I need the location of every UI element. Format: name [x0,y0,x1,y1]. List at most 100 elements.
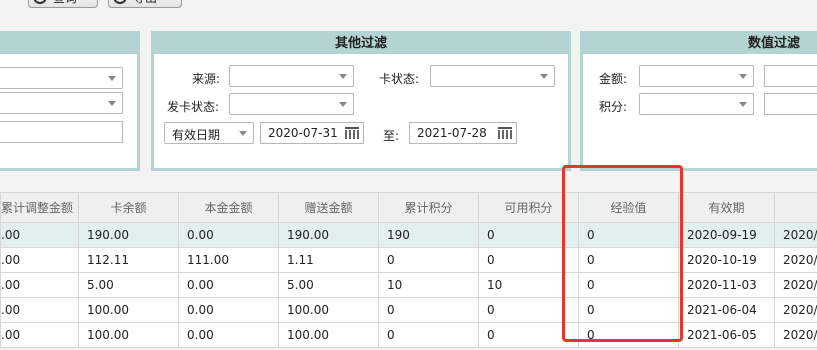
table-cell: 100.00 [278,297,379,323]
table-cell: 0 [478,297,579,323]
chevron-down-icon [739,102,747,107]
table-cell: 112.11 [78,247,179,273]
chevron-down-icon [540,74,548,79]
other-filter-panel: 其他过滤 来源: 卡状态: 发卡状态: 有效日期 2020-07-31 至: 2… [151,31,571,171]
col-total-points-header[interactable]: 累计积分 [378,192,479,223]
table-cell: 5.00 [78,272,179,298]
points-value-input[interactable] [764,93,817,115]
table-cell: 2020/ [774,297,817,323]
chevron-down-icon [108,76,116,81]
query-button[interactable]: 查询 [28,0,98,8]
table-cell: 0.00 [178,272,279,298]
col-experience-header[interactable]: 经验值 [578,192,679,223]
chevron-down-icon [339,102,347,107]
issue-status-label: 发卡状态: [167,100,220,114]
col-adjust-amount-header[interactable]: 累计调整金额 [0,192,79,223]
numeric-filter-title: 数值过滤 [583,34,817,54]
table-cell: 190.00 [78,222,179,248]
card-status-select[interactable] [430,65,555,87]
table-row[interactable]: .00 100.00 0.00 100.00 0 0 0 2021-06-05 … [0,322,817,348]
basic-filter-title [0,34,137,54]
col-extra-header[interactable] [774,192,817,223]
table-cell: 0.00 [178,222,279,248]
table-cell: 0 [478,222,579,248]
table-cell: 2020-10-19 [678,247,775,273]
table-cell: 10 [478,272,579,298]
table-cell: 0 [378,297,479,323]
calendar-icon[interactable] [498,127,512,139]
numeric-filter-panel: 数值过滤 金额: 积分: [580,31,817,171]
col-expiry-header[interactable]: 有效期 [678,192,775,223]
table-cell: 0 [578,222,679,248]
table-cell: 0.00 [178,297,279,323]
table-cell: 2020-09-19 [678,222,775,248]
source-select[interactable] [229,65,354,87]
table-cell: 190.00 [278,222,379,248]
issue-status-select[interactable] [229,93,354,115]
query-button-label: 查询 [53,0,77,6]
date-from-value: 2020-07-31 [268,126,338,140]
col-principal-header[interactable]: 本金金额 [178,192,279,223]
table-cell: 0 [578,297,679,323]
table-cell: 2021-06-04 [678,297,775,323]
basic-filter-input[interactable] [0,121,123,143]
date-type-value: 有效日期 [172,128,221,142]
table-row[interactable]: .00 5.00 0.00 5.00 10 10 0 2020-11-03 20… [0,272,817,298]
table-cell: 1.11 [278,247,379,273]
chevron-down-icon [739,74,747,79]
chevron-down-icon [339,74,347,79]
table-cell: 0 [478,322,579,348]
table-row[interactable]: .00 100.00 0.00 100.00 0 0 0 2021-06-04 … [0,297,817,323]
table-row[interactable]: .00 112.11 111.00 1.11 0 0 0 2020-10-19 … [0,247,817,273]
table-cell: 2020/ [774,222,817,248]
col-bonus-header[interactable]: 赠送金额 [278,192,379,223]
table-cell: 0.00 [178,322,279,348]
calendar-icon[interactable] [345,127,359,139]
basic-filter-select-2[interactable] [0,92,123,114]
date-to-input[interactable]: 2021-07-28 [409,122,517,144]
table-cell: .00 [0,322,79,348]
points-label: 积分: [599,100,628,114]
card-table: 累计调整金额 卡余额 本金金额 赠送金额 累计积分 可用积分 经验值 有效期 .… [0,192,817,348]
table-row[interactable]: .00 190.00 0.00 190.00 190 0 0 2020-09-1… [0,222,817,248]
date-to-value: 2021-07-28 [417,126,487,140]
export-button[interactable]: 导出 [108,0,182,8]
table-cell: 0 [378,247,479,273]
table-cell: 190 [378,222,479,248]
chevron-down-icon [108,101,116,106]
to-label: 至: [383,129,400,143]
export-button-label: 导出 [133,0,157,6]
table-cell: .00 [0,272,79,298]
table-cell: 2021-06-05 [678,322,775,348]
amount-label: 金额: [599,72,628,86]
table-cell: 2020/ [774,322,817,348]
table-cell: 2020/ [774,272,817,298]
amount-operator-select[interactable] [639,65,754,87]
table-cell: 0 [478,247,579,273]
table-cell: 2020-11-03 [678,272,775,298]
date-type-select[interactable]: 有效日期 [164,122,254,144]
col-balance-header[interactable]: 卡余额 [78,192,179,223]
points-operator-select[interactable] [639,93,754,115]
table-cell: 100.00 [78,322,179,348]
table-cell: 0 [578,322,679,348]
col-available-points-header[interactable]: 可用积分 [478,192,579,223]
table-cell: 100.00 [278,322,379,348]
table-cell: 0 [378,322,479,348]
table-cell: 111.00 [178,247,279,273]
basic-filter-select-1[interactable] [0,67,123,89]
table-header: 累计调整金额 卡余额 本金金额 赠送金额 累计积分 可用积分 经验值 有效期 [0,192,817,223]
search-icon [33,0,47,4]
table-cell: 5.00 [278,272,379,298]
amount-value-input[interactable] [764,65,817,87]
date-from-input[interactable]: 2020-07-31 [260,122,364,144]
chevron-down-icon [239,131,247,136]
other-filter-title: 其他过滤 [154,34,568,54]
table-cell: .00 [0,297,79,323]
table-cell: 10 [378,272,479,298]
table-cell: 0 [578,247,679,273]
source-label: 来源: [192,72,221,86]
table-cell: 0 [578,272,679,298]
table-cell: 100.00 [78,297,179,323]
card-status-label: 卡状态: [379,72,420,86]
